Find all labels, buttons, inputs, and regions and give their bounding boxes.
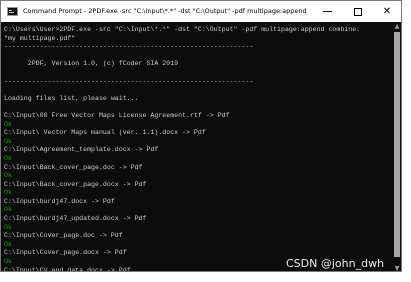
console-status-ok: Ok	[4, 240, 12, 248]
console-line: C:\Input\ Vector Maps manual (ver. 1.1).…	[4, 129, 206, 137]
close-button[interactable]: ✕	[372, 1, 401, 22]
command-prompt-icon[interactable]	[7, 7, 18, 16]
console-status-ok: Ok	[4, 206, 12, 214]
console-line: C:\Users\User>2PDF.exe -src "C:\Input\*.…	[4, 26, 361, 33]
command-prompt-window: Command Prompt - 2PDF.exe -src "C:\Input…	[0, 0, 402, 272]
console-status-ok: Ok	[4, 120, 12, 128]
window-title: Command Prompt - 2PDF.exe -src "C:\Input…	[23, 7, 308, 15]
console-line: 2PDF, Version 1.0, (c) fCoder SIA 2019	[4, 60, 179, 68]
console-status-ok: Ok	[4, 223, 12, 231]
console-line: C:\Input\00 Free Vector Maps License Agr…	[4, 111, 230, 119]
console-line: "my multipage.pdf"	[4, 34, 76, 42]
close-icon: ✕	[382, 5, 392, 17]
watermark: CSDN @john_dwh	[286, 257, 385, 270]
chevron-up-icon[interactable]: ▲	[393, 23, 401, 31]
title-bar[interactable]: Command Prompt - 2PDF.exe -src "C:\Input…	[1, 1, 401, 22]
console-line: C:\Input\Back_cover_page.docx -> Pdf	[4, 180, 147, 188]
console-line: C:\Input\Back_cover_page.doc -> Pdf	[4, 163, 143, 171]
vertical-scrollbar[interactable]: ▲ ▼	[393, 23, 401, 271]
console-line: C:\Input\burdj47.docx -> Pdf	[4, 197, 115, 205]
console-status-ok: Ok	[4, 137, 12, 145]
maximize-button[interactable]	[343, 1, 373, 22]
chevron-down-icon[interactable]: ▼	[393, 265, 401, 271]
console-line: C:\Input\burdj47_updated.docx -> Pdf	[4, 215, 147, 223]
maximize-icon	[354, 7, 362, 16]
console-status-ok: Ok	[4, 154, 12, 162]
scrollbar-thumb[interactable]	[394, 32, 400, 257]
console-status-ok: Ok	[4, 189, 12, 197]
minimize-icon	[322, 11, 332, 12]
console-line: ----------------------------------------…	[4, 43, 254, 51]
minimize-button[interactable]	[312, 1, 342, 22]
console-line: ----------------------------------------…	[4, 77, 254, 85]
console-line: C:\Input\Agreement_template.docx -> Pdf	[4, 146, 159, 154]
console-output[interactable]: C:\Users\User>2PDF.exe -src "C:\Input\*.…	[1, 23, 393, 271]
console-status-ok: Ok	[4, 172, 12, 180]
console-line: Loading files list, please wait...	[4, 94, 139, 102]
console-line: C:\Input\Cover_page.doc -> Pdf	[4, 232, 123, 240]
